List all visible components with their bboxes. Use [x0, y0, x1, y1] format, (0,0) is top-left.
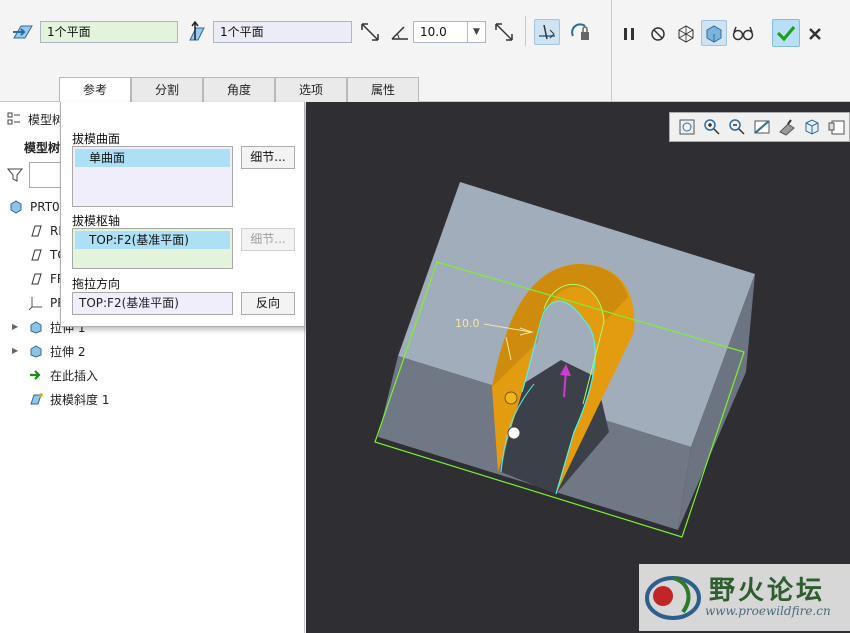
draft-surfaces-collector[interactable]: 单曲面: [72, 146, 233, 207]
tree-item-label: 拔模斜度 1: [50, 392, 110, 407]
tab-properties[interactable]: 属性: [347, 77, 419, 102]
tree-item-label: PRT0: [30, 200, 60, 214]
feature-preview-icon[interactable]: [701, 20, 727, 46]
model-tree-subheader: 模型树: [24, 140, 61, 155]
tree-item-label: 在此插入: [50, 368, 99, 383]
datum-plane-icon: [28, 223, 44, 239]
tree-item-label: 拉伸 2: [50, 344, 86, 359]
view-manager-icon[interactable]: [826, 116, 848, 138]
tab-angle[interactable]: 角度: [203, 77, 275, 102]
pull-direction-label: 拖拉方向: [72, 277, 121, 291]
tab-references[interactable]: 参考: [59, 77, 131, 103]
zoom-out-icon[interactable]: [726, 116, 748, 138]
expand-arrow-icon[interactable]: ▶: [12, 322, 22, 332]
cancel-close-icon[interactable]: [802, 21, 828, 47]
draft-feature-icon: [28, 391, 44, 407]
insert-arrow-icon: [28, 367, 44, 383]
forum-logo-icon: [645, 576, 701, 620]
chevron-down-icon[interactable]: ▼: [467, 21, 485, 43]
flip-direction-icon[interactable]: [357, 19, 383, 45]
refit-icon[interactable]: [676, 116, 698, 138]
display-style-icon[interactable]: [776, 116, 798, 138]
no-preview-icon[interactable]: [645, 21, 671, 47]
tab-split[interactable]: 分割: [131, 77, 203, 102]
draft-surface-field[interactable]: 1个平面: [40, 21, 178, 43]
flip-button[interactable]: 反向: [241, 292, 295, 315]
preview-geometry-icon[interactable]: [673, 20, 699, 46]
pause-icon[interactable]: [616, 21, 642, 47]
saved-views-icon[interactable]: [801, 116, 823, 138]
model-tree-title: 模型树: [28, 112, 65, 127]
dimension-label[interactable]: 10.0: [455, 317, 480, 330]
draft-surfaces-details-button[interactable]: 细节...: [241, 146, 295, 169]
watermark-url: www.proewildfire.cn: [705, 604, 831, 618]
view-toolbar: [669, 112, 850, 142]
graphics-window[interactable]: 10.0 野火论坛 www.proewildfire.cn: [306, 102, 850, 633]
ok-checkmark-icon[interactable]: [772, 19, 800, 47]
draft-surfaces-label: 拔模曲面: [72, 132, 121, 146]
lock-reference-icon[interactable]: [567, 19, 593, 45]
zoom-in-icon[interactable]: [701, 116, 723, 138]
pull-direction-collector[interactable]: TOP:F2(基准平面): [72, 292, 233, 315]
extrude-icon: [28, 343, 44, 359]
draft-geometry-icon[interactable]: [534, 19, 560, 45]
draft-hinge-details-button[interactable]: 细节...: [241, 228, 295, 251]
references-panel: 拔模曲面 单曲面 细节... 拔模枢轴 TOP:F2(基准平面) 细节... 拖…: [60, 102, 305, 327]
separator: [611, 0, 612, 102]
drag-handle[interactable]: [504, 391, 518, 405]
draft-hinge-item[interactable]: TOP:F2(基准平面): [75, 231, 230, 249]
draft-surface-icon[interactable]: [10, 19, 36, 45]
datum-plane-icon: [28, 247, 44, 263]
model-tree-header[interactable]: 模型树: [6, 108, 64, 130]
expand-arrow-icon[interactable]: ▶: [12, 346, 22, 356]
filter-icon: [7, 167, 23, 183]
angle-icon: [387, 19, 413, 45]
draft-hinge-label: 拔模枢轴: [72, 214, 121, 228]
coordinate-system-icon: [28, 295, 44, 311]
verify-glasses-icon[interactable]: [730, 20, 756, 46]
pull-direction-icon[interactable]: [184, 19, 210, 45]
tree-item-draft-1[interactable]: 拔模斜度 1: [28, 388, 109, 410]
separator: [525, 16, 526, 46]
filter-button[interactable]: [7, 164, 29, 186]
part-icon: [8, 199, 24, 215]
tree-layout-icon: [6, 111, 22, 127]
tree-item-right-plane[interactable]: RI: [28, 220, 62, 242]
pull-direction-field[interactable]: 1个平面: [213, 21, 352, 43]
drag-handle[interactable]: [507, 426, 521, 440]
datum-plane-icon: [28, 271, 44, 287]
tree-item-extrude-2[interactable]: 拉伸 2: [28, 340, 85, 362]
flip-angle-icon[interactable]: [491, 19, 517, 45]
extrude-icon: [28, 319, 44, 335]
tree-item-part[interactable]: PRT0: [8, 196, 60, 218]
draft-hinge-collector[interactable]: TOP:F2(基准平面): [72, 228, 233, 269]
watermark-title: 野火论坛: [709, 576, 826, 606]
repaint-icon[interactable]: [751, 116, 773, 138]
draft-surface-item[interactable]: 单曲面: [75, 149, 230, 167]
model-3d-view[interactable]: 10.0: [306, 102, 850, 633]
tab-options[interactable]: 选项: [275, 77, 347, 102]
tree-item-insert-here[interactable]: 在此插入: [28, 364, 98, 386]
forum-watermark: 野火论坛 www.proewildfire.cn: [639, 564, 850, 631]
